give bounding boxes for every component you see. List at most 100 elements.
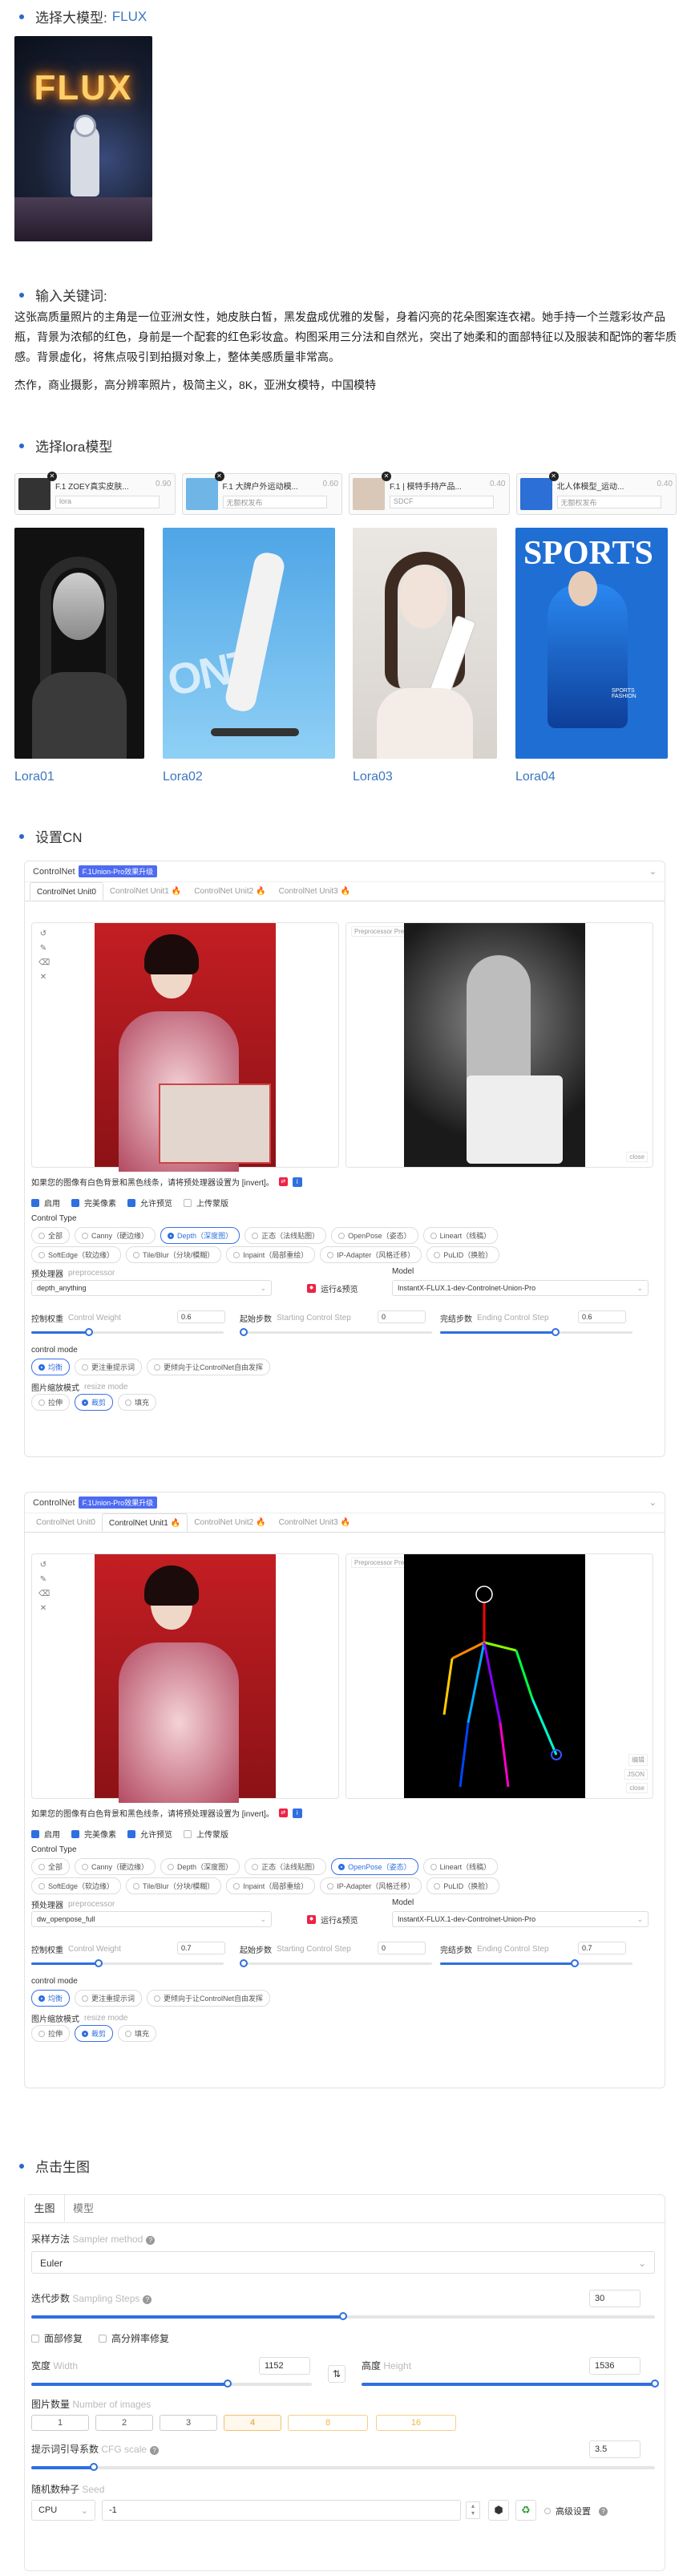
lora-select[interactable]: 无额权发布 xyxy=(556,496,661,508)
type-all[interactable]: 全部 xyxy=(31,1227,71,1244)
upload-mask-checkbox[interactable]: 上传蒙版 xyxy=(184,1197,228,1209)
type-all[interactable]: 全部 xyxy=(31,1858,71,1875)
resize-crop[interactable]: 裁剪 xyxy=(75,2025,114,2042)
cfg-input[interactable]: 3.5 xyxy=(589,2440,640,2458)
lora-card-3[interactable]: ✕ F.1 | 模特手持产品... 0.40 SDCF xyxy=(349,472,510,515)
pixel-perfect-checkbox[interactable]: 完美像素 xyxy=(71,1828,116,1840)
count-2[interactable]: 2 xyxy=(95,2415,153,2431)
swap-dimensions-icon[interactable]: ⇅ xyxy=(328,2365,346,2383)
count-8[interactable]: 8 xyxy=(288,2415,368,2431)
width-input[interactable]: 1152 xyxy=(259,2357,310,2375)
type-softedge[interactable]: SoftEdge（软边缘） xyxy=(31,1877,122,1894)
cfg-slider[interactable] xyxy=(31,2463,655,2471)
recycle-icon[interactable]: ♻ xyxy=(515,2500,536,2521)
face-fix-checkbox[interactable]: 面部修复 xyxy=(31,2331,83,2345)
resize-fill[interactable]: 填充 xyxy=(118,2025,157,2042)
start-step-slider[interactable] xyxy=(240,1328,432,1336)
tab-model[interactable]: 模型 xyxy=(73,2195,94,2222)
eraser-icon[interactable]: ⌫ xyxy=(38,958,50,968)
type-lineart[interactable]: Lineart（线稿） xyxy=(422,1858,499,1875)
steps-input[interactable]: 30 xyxy=(589,2290,640,2307)
help-icon[interactable]: ? xyxy=(150,2446,160,2455)
type-pulid[interactable]: PuLID（换脸） xyxy=(426,1877,500,1894)
count-1[interactable]: 1 xyxy=(31,2415,89,2431)
lora-card-4[interactable]: ✕ 北人体模型_运动... 0.40 无额权发布 xyxy=(515,472,677,515)
tab-unit3[interactable]: ControlNet Unit3 🔥 xyxy=(273,882,357,901)
mode-balanced[interactable]: 均衡 xyxy=(31,1990,71,2007)
chevron-down-icon[interactable]: ⌄ xyxy=(649,1497,657,1508)
tab-generate[interactable]: 生图 xyxy=(25,2195,65,2222)
lora-select[interactable]: SDCF xyxy=(390,496,495,508)
input-image-box[interactable]: ↺ ✎ ⌫ ✕ xyxy=(31,1553,339,1803)
run-preview-button[interactable]: ✸ 运行&预览 xyxy=(307,1282,358,1294)
seed-input[interactable]: -1 xyxy=(102,2500,461,2521)
help-icon[interactable]: ? xyxy=(599,2506,608,2516)
mode-controlnet[interactable]: 更倾向于让ControlNet自由发挥 xyxy=(147,1359,271,1375)
lora-weight[interactable]: 0.40 xyxy=(657,480,673,492)
model-select[interactable]: InstantX-FLUX.1-dev-Controlnet-Union-Pro… xyxy=(392,1280,649,1296)
lora-weight[interactable]: 0.90 xyxy=(156,480,171,492)
preprocessor-select[interactable]: dw_openpose_full ⌄ xyxy=(31,1911,272,1927)
sampler-select[interactable]: Euler ⌄ xyxy=(31,2251,655,2274)
lora-card-1[interactable]: ✕ F.1 ZOEY真实皮肤... 0.90 lora xyxy=(14,472,176,515)
type-normal[interactable]: 正态（法线贴图） xyxy=(244,1227,327,1244)
type-ip-adapter[interactable]: IP-Adapter（风格迁移） xyxy=(320,1877,422,1894)
type-pulid[interactable]: PuLID（换脸） xyxy=(426,1246,500,1263)
lora-card-2[interactable]: ✕ F.1 大牌户外运动模... 0.60 无额权发布 xyxy=(181,472,342,515)
swap-icon[interactable]: ⇄ xyxy=(278,1808,288,1817)
type-ip-adapter[interactable]: IP-Adapter（风格迁移） xyxy=(320,1246,422,1263)
controlnet-header[interactable]: ControlNet F.1Union-Pro效果升级 ⌄ xyxy=(25,1493,665,1513)
close-button[interactable]: close xyxy=(626,1783,648,1793)
tab-unit2[interactable]: ControlNet Unit2 🔥 xyxy=(188,882,272,901)
controlnet-header[interactable]: ControlNet F.1Union-Pro效果升级 ⌄ xyxy=(25,861,665,882)
edit-button[interactable]: 编辑 xyxy=(628,1754,648,1766)
start-step-slider[interactable] xyxy=(240,1959,432,1967)
resize-fill[interactable]: 填充 xyxy=(118,1394,157,1411)
control-weight-input[interactable]: 0.6 xyxy=(177,1310,225,1323)
info-icon[interactable]: i xyxy=(292,1177,302,1187)
eraser-icon[interactable]: ⌫ xyxy=(38,1590,50,1599)
dice-icon[interactable]: ⬢ xyxy=(488,2500,509,2521)
type-depth[interactable]: Depth（深度图） xyxy=(160,1858,240,1875)
remove-icon[interactable]: ✕ xyxy=(47,472,57,481)
device-select[interactable]: CPU ⌄ xyxy=(31,2500,95,2521)
height-input[interactable]: 1536 xyxy=(589,2357,640,2375)
hires-fix-checkbox[interactable]: 高分辨率修复 xyxy=(99,2331,169,2345)
lora-select[interactable]: 无额权发布 xyxy=(222,496,327,508)
close-icon[interactable]: ✕ xyxy=(38,973,48,982)
mode-controlnet[interactable]: 更倾向于让ControlNet自由发挥 xyxy=(147,1990,271,2007)
resize-stretch[interactable]: 拉伸 xyxy=(31,2025,71,2042)
help-icon[interactable]: ? xyxy=(146,2236,156,2245)
type-openpose[interactable]: OpenPose（姿态） xyxy=(331,1227,418,1244)
type-lineart[interactable]: Lineart（线稿） xyxy=(422,1227,499,1244)
lora-weight[interactable]: 0.60 xyxy=(323,480,338,492)
count-16[interactable]: 16 xyxy=(376,2415,456,2431)
type-canny[interactable]: Canny（硬边缘） xyxy=(75,1227,156,1244)
undo-icon[interactable]: ↺ xyxy=(38,1561,48,1570)
resize-crop[interactable]: 裁剪 xyxy=(75,1394,114,1411)
end-step-slider[interactable] xyxy=(440,1328,632,1336)
control-weight-slider[interactable] xyxy=(31,1959,224,1967)
type-canny[interactable]: Canny（硬边缘） xyxy=(75,1858,156,1875)
help-icon[interactable]: ? xyxy=(143,2295,152,2304)
control-weight-slider[interactable] xyxy=(31,1328,224,1336)
brush-icon[interactable]: ✎ xyxy=(38,1575,48,1585)
tab-unit1[interactable]: ControlNet Unit1 🔥 xyxy=(103,882,188,901)
close-icon[interactable]: ✕ xyxy=(38,1604,48,1614)
type-tile[interactable]: Tile/Blur（分块/模糊） xyxy=(126,1246,222,1263)
count-3[interactable]: 3 xyxy=(160,2415,217,2431)
type-inpaint[interactable]: Inpaint（局部重绘） xyxy=(226,1877,316,1894)
end-step-input[interactable]: 0.7 xyxy=(578,1942,626,1954)
pixel-perfect-checkbox[interactable]: 完美像素 xyxy=(71,1197,116,1209)
steps-slider[interactable] xyxy=(31,2312,655,2320)
start-step-input[interactable]: 0 xyxy=(378,1310,426,1323)
mode-prompt[interactable]: 更注重提示词 xyxy=(75,1359,143,1375)
enable-checkbox[interactable]: 启用 xyxy=(31,1197,60,1209)
lora-weight[interactable]: 0.40 xyxy=(490,480,505,492)
undo-icon[interactable]: ↺ xyxy=(38,930,48,939)
width-slider[interactable] xyxy=(31,2380,312,2388)
type-inpaint[interactable]: Inpaint（局部重绘） xyxy=(226,1246,316,1263)
mode-balanced[interactable]: 均衡 xyxy=(31,1359,71,1375)
remove-icon[interactable]: ✕ xyxy=(214,472,224,481)
start-step-input[interactable]: 0 xyxy=(378,1942,426,1954)
